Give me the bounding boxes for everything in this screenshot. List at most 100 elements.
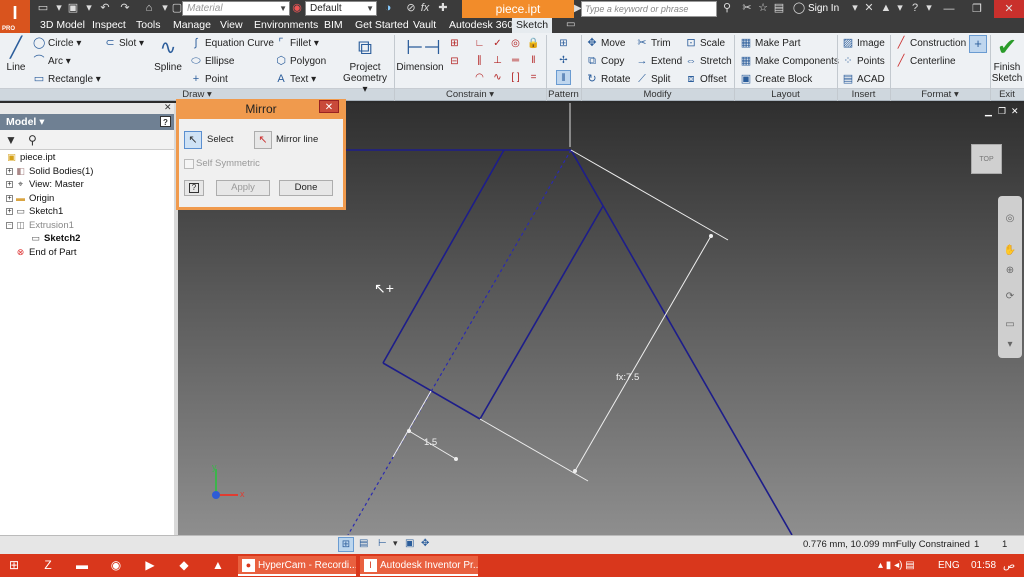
grid-snap-icon[interactable]: ⊞ xyxy=(338,537,354,552)
dimension-button[interactable]: ⊢⊣ Dimension xyxy=(396,36,444,73)
horizontal-constraint-icon[interactable]: ═ xyxy=(508,53,523,68)
slot-button[interactable]: ⊂ Slot ▾ xyxy=(104,35,144,51)
point-button[interactable]: + Point xyxy=(190,71,228,87)
equal-constraint-icon[interactable]: = xyxy=(526,70,541,85)
tangent-constraint-icon[interactable]: ◠ xyxy=(472,70,487,85)
browser-help-icon[interactable]: ? xyxy=(160,116,171,127)
tab-bim[interactable]: BIM xyxy=(320,18,347,33)
coincident-constraint-icon[interactable]: ∟ xyxy=(472,36,487,51)
arc-button[interactable]: ⌒ Arc ▾ xyxy=(33,53,71,69)
collinear-constraint-icon[interactable]: ✓ xyxy=(490,36,505,51)
save-dropdown-icon[interactable]: ▾ xyxy=(82,2,96,15)
clock-time[interactable]: 01:58 xyxy=(971,556,996,576)
tab-3d-model[interactable]: 3D Model xyxy=(36,18,89,33)
dimension-label-7-5[interactable]: fx:7.5 xyxy=(616,372,639,383)
tab-manage[interactable]: Manage xyxy=(169,18,215,33)
connect-dropdown-icon[interactable]: ▾ xyxy=(893,2,907,15)
canvas-minimize-icon[interactable]: ▁ xyxy=(985,106,992,117)
dimension-label-1-5[interactable]: 1.5 xyxy=(424,437,437,448)
tray-icons[interactable]: ▴ ▮ ◂) ▤ xyxy=(878,556,915,576)
finish-sketch-button[interactable]: ✔ Finish Sketch xyxy=(991,36,1023,85)
mirror-pattern-icon[interactable]: ⫴ xyxy=(556,70,571,85)
tree-item-origin[interactable]: + ▬ Origin xyxy=(6,192,54,206)
fillet-button[interactable]: ⌜ Fillet ▾ xyxy=(275,35,319,51)
extend-button[interactable]: → Extend xyxy=(636,53,683,69)
save-icon[interactable]: ▣ xyxy=(66,2,80,15)
tree-item-sketch2[interactable]: ▭ Sketch2 xyxy=(30,232,80,246)
add-icon[interactable]: ✚ xyxy=(436,2,450,15)
canvas-restore-icon[interactable]: ❐ xyxy=(998,106,1006,117)
help-dropdown-icon[interactable]: ▾ xyxy=(922,2,936,15)
look-at-icon[interactable]: ▭ xyxy=(1001,318,1019,332)
select-button[interactable]: ↖ xyxy=(184,131,202,149)
start-icon[interactable]: ⊞ xyxy=(6,557,22,573)
filezilla-icon[interactable]: Z xyxy=(40,557,56,573)
ribbon-options-icon[interactable]: ▭ xyxy=(566,19,580,31)
split-button[interactable]: ⟋ Split xyxy=(636,71,670,87)
binoculars-icon[interactable]: ⚲ xyxy=(720,2,734,15)
user-icon[interactable]: ◯ xyxy=(792,2,806,15)
appearance-select[interactable]: Default ▼ xyxy=(305,1,377,16)
search-input[interactable]: Type a keyword or phrase xyxy=(581,1,717,17)
acad-button[interactable]: ▤ ACAD xyxy=(842,71,885,87)
text-button[interactable]: A Text ▾ xyxy=(275,71,316,87)
browser-header[interactable]: Model ▾ ? xyxy=(0,114,174,130)
apply-button[interactable]: Apply xyxy=(216,180,270,196)
find-icon[interactable]: ⚲ xyxy=(28,133,37,147)
orbit-icon[interactable]: ⟳ xyxy=(1001,290,1019,304)
points-button[interactable]: ⁘ Points xyxy=(842,53,884,69)
application-menu-button[interactable]: I PRO xyxy=(0,0,30,33)
filter-icon[interactable]: ▼ xyxy=(5,133,17,147)
polygon-button[interactable]: ⬡ Polygon xyxy=(275,53,326,69)
media-player-icon[interactable]: ▶ xyxy=(142,557,158,573)
viewcube[interactable]: TOP xyxy=(971,144,1002,174)
tab-tools[interactable]: Tools xyxy=(132,18,165,33)
new-icon[interactable]: ▭ xyxy=(36,2,50,15)
exchange-icon[interactable]: ✕ xyxy=(862,2,876,15)
fix-constraint-icon[interactable]: 🔒 xyxy=(526,36,541,51)
steering-wheel-icon[interactable]: ◎ xyxy=(1001,212,1019,226)
construction-button[interactable]: ╱ Construction xyxy=(895,35,966,51)
minimize-window-button[interactable]: — xyxy=(938,0,960,18)
trim-button[interactable]: ✂ Trim xyxy=(636,35,670,51)
self-symmetric-checkbox[interactable] xyxy=(184,159,194,169)
tree-item-sketch1[interactable]: + ▭ Sketch1 xyxy=(6,205,63,219)
centerline-button[interactable]: ╱ Centerline xyxy=(895,53,956,69)
offset-button[interactable]: ⧈ Offset xyxy=(685,71,727,87)
tab-vault[interactable]: Vault xyxy=(409,18,440,33)
rectangle-button[interactable]: ▭ Rectangle ▾ xyxy=(33,71,101,87)
adjust-icon[interactable]: ◑ xyxy=(381,2,395,15)
ellipse-button[interactable]: ⬭ Ellipse xyxy=(190,53,234,69)
image-button[interactable]: ▨ Image xyxy=(842,35,885,51)
collapse-icon[interactable]: − xyxy=(6,221,13,229)
circle-button[interactable]: ◯ Circle ▾ xyxy=(33,35,81,51)
zoom-icon[interactable]: ⊕ xyxy=(1001,264,1019,278)
sign-in-dropdown-icon[interactable]: ▾ xyxy=(848,2,862,15)
select-icon[interactable]: ⌂ xyxy=(142,2,156,15)
mirror-line-button[interactable]: ↖ xyxy=(254,131,272,149)
tree-item-view-master[interactable]: + ⌖ View: Master xyxy=(6,178,84,192)
tab-get-started[interactable]: Get Started xyxy=(351,18,413,33)
make-components-button[interactable]: ▦ Make Components xyxy=(740,53,839,69)
tools-icon[interactable]: ✂ xyxy=(740,2,754,15)
concentric-constraint-icon[interactable]: ◎ xyxy=(508,36,523,51)
move-button[interactable]: ✥ Move xyxy=(586,35,625,51)
tree-item-piece[interactable]: ▣ piece.ipt xyxy=(6,151,55,165)
subscription-icon[interactable]: ▤ xyxy=(772,2,786,15)
spline-button[interactable]: ∿ Spline xyxy=(152,36,184,73)
redo-icon[interactable]: ↷ xyxy=(118,2,132,15)
undo-icon[interactable]: ↶ xyxy=(98,2,112,15)
sketch-icon[interactable]: ▤ xyxy=(359,538,368,549)
tab-view[interactable]: View xyxy=(216,18,247,33)
create-block-button[interactable]: ▣ Create Block xyxy=(740,71,812,87)
make-part-button[interactable]: ▦ Make Part xyxy=(740,35,801,51)
perpendicular-constraint-icon[interactable]: ⊥ xyxy=(490,53,505,68)
auto-dimension-icon[interactable]: ⊞ xyxy=(447,36,462,51)
copy-button[interactable]: ⧉ Copy xyxy=(586,53,624,69)
help-button[interactable]: ? xyxy=(184,180,204,196)
fx-parameters-icon[interactable]: fx xyxy=(418,2,432,15)
connect-icon[interactable]: ▲ xyxy=(879,2,893,15)
dimension-display-icon[interactable]: ⊢ xyxy=(378,538,387,549)
expand-icon[interactable]: + xyxy=(6,167,13,175)
show-constraints-icon[interactable]: ⊟ xyxy=(447,54,462,69)
